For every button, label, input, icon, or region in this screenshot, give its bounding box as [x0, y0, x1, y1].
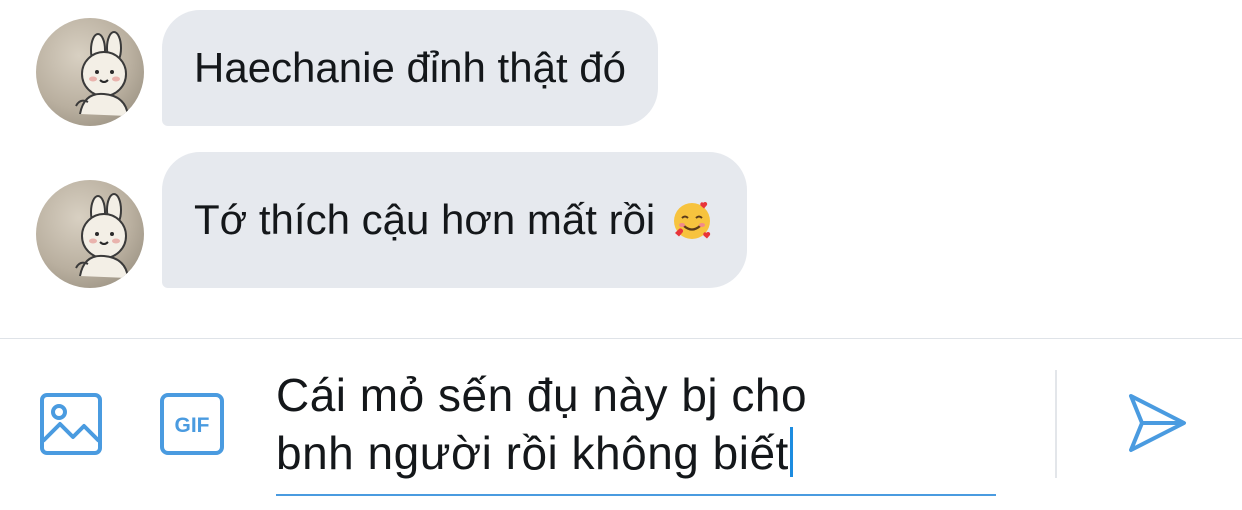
image-icon: [40, 393, 102, 455]
message-text: Haechanie đỉnh thật đó: [194, 44, 626, 91]
message-bubble[interactable]: Haechanie đỉnh thật đó: [162, 10, 658, 126]
send-button[interactable]: [1126, 392, 1188, 454]
message-input-line-2: bnh người rồi không biết: [276, 424, 996, 482]
avatar-bunny-illustration: [75, 193, 129, 279]
message-input-line-1: Cái mỏ sến đụ này bj cho: [276, 369, 808, 421]
gif-label: GIF: [175, 414, 210, 437]
message-text: Tớ thích cậu hơn mất rồi: [194, 196, 656, 243]
message-input[interactable]: Cái mỏ sến đụ này bj cho bnh người rồi k…: [276, 366, 996, 496]
add-image-button[interactable]: [40, 393, 102, 455]
smiling-face-with-hearts-emoji: [674, 201, 711, 239]
avatar[interactable]: [36, 180, 144, 288]
message-input-line-2-text: bnh người rồi không biết: [276, 427, 789, 479]
text-caret: [789, 427, 793, 477]
avatar-bunny-illustration: [75, 31, 129, 117]
message-bubble[interactable]: Tớ thích cậu hơn mất rồi: [162, 152, 748, 288]
send-icon: [1129, 394, 1186, 452]
composer-separator: [1055, 370, 1057, 478]
avatar[interactable]: [36, 18, 144, 126]
gif-icon: GIF: [160, 393, 224, 455]
composer-divider: [0, 338, 1242, 339]
add-gif-button[interactable]: GIF: [160, 393, 224, 455]
